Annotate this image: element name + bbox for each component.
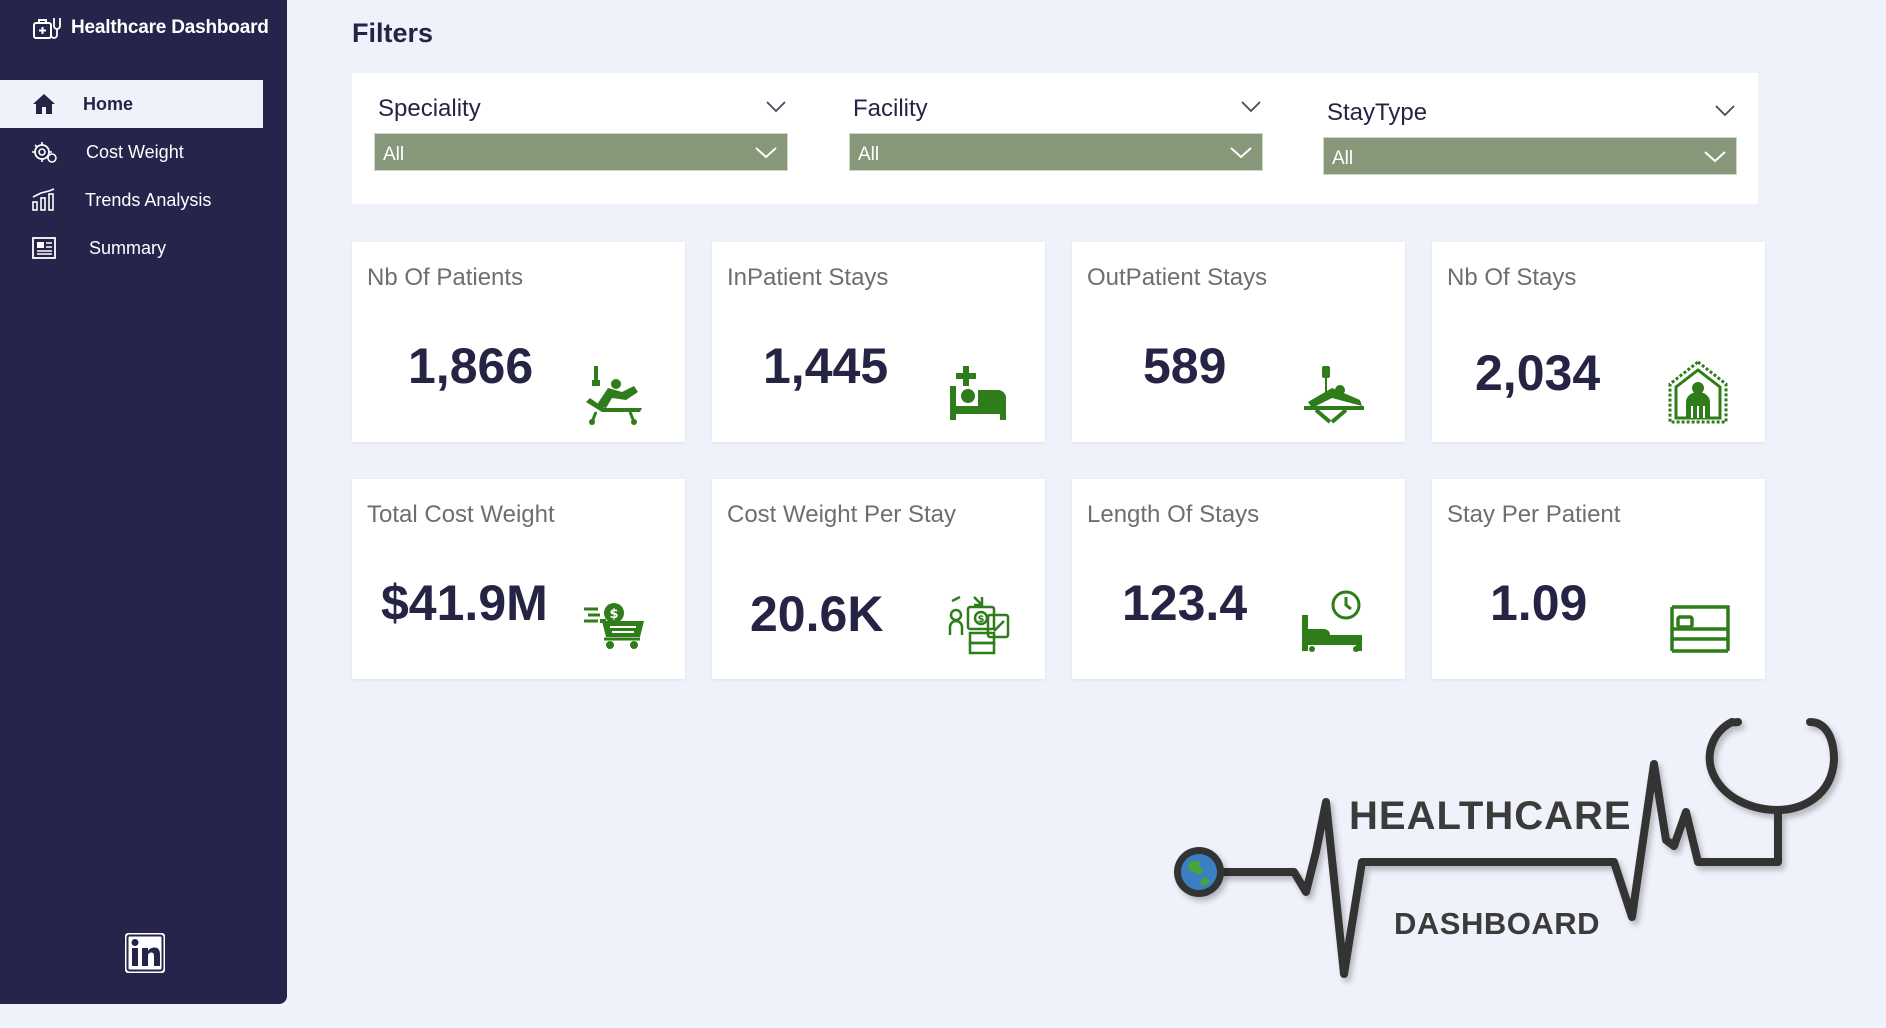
home-care-icon	[1668, 360, 1728, 424]
bed-outline-icon	[1670, 605, 1730, 653]
app-title: Healthcare Dashboard	[71, 17, 269, 38]
kpi-title: Cost Weight Per Stay	[727, 501, 956, 528]
kpi-value: 123.4	[1122, 575, 1248, 631]
kpi-title: Nb Of Stays	[1447, 264, 1577, 291]
kpi-value: 1.09	[1490, 575, 1588, 631]
filter-label: StayType	[1327, 99, 1428, 126]
kpi-value: 589	[1143, 338, 1227, 394]
kpi-card-cost-weight-per-stay: Cost Weight Per Stay 20.6K $	[712, 479, 1045, 679]
brand: Healthcare Dashboard	[32, 12, 269, 44]
filter-label: Facility	[853, 95, 928, 122]
sidebar-nav: Home Cost Weight Trends Analysis Summary	[0, 80, 287, 272]
patient-recliner-icon	[586, 366, 642, 425]
filters-title: Filters	[352, 18, 434, 48]
sidebar-item-home[interactable]: Home	[0, 80, 263, 128]
iv-drip-patient-icon	[1304, 366, 1364, 424]
hospital-bed-icon	[950, 366, 1006, 420]
sidebar-item-label: Home	[83, 93, 134, 114]
logo-line-1: HEALTHCARE	[1349, 794, 1632, 838]
chevron-down-icon	[755, 147, 777, 159]
sidebar: Healthcare Dashboard Home Cost Weight Tr…	[0, 0, 287, 1004]
kpi-title: Total Cost Weight	[367, 501, 555, 528]
filters-panel: Speciality All Facility All StayType All	[352, 73, 1758, 204]
chevron-down-icon[interactable]	[1241, 101, 1261, 113]
chevron-down-icon	[1704, 151, 1726, 163]
home-icon	[31, 92, 57, 116]
sidebar-item-label: Summary	[89, 237, 167, 258]
kpi-value: 1,866	[408, 338, 534, 394]
sidebar-item-cost-weight[interactable]: Cost Weight	[0, 128, 287, 176]
kpi-value: 2,034	[1475, 345, 1601, 401]
svg-text:$: $	[978, 614, 985, 625]
kpi-card-nb-of-patients: Nb Of Patients 1,866	[352, 242, 685, 442]
kpi-title: InPatient Stays	[727, 264, 889, 291]
staytype-dropdown[interactable]: All	[1323, 137, 1737, 175]
money-documents-icon: $	[948, 595, 1010, 655]
kpi-title: Length Of Stays	[1087, 501, 1260, 528]
kpi-value: 20.6K	[750, 586, 884, 642]
cost-cart-icon: $	[584, 603, 644, 649]
kpi-value: $41.9M	[381, 575, 548, 631]
healthcare-dashboard-logo: HEALTHCARE DASHBOARD	[1166, 712, 1846, 998]
kpi-card-inpatient-stays: InPatient Stays 1,445	[712, 242, 1045, 442]
dropdown-value: All	[383, 144, 405, 165]
trends-chart-icon	[31, 188, 57, 212]
logo-line-2: DASHBOARD	[1394, 906, 1600, 941]
chevron-down-icon[interactable]	[766, 101, 786, 113]
kpi-card-total-cost-weight: Total Cost Weight $41.9M $	[352, 479, 685, 679]
sidebar-item-label: Trends Analysis	[85, 189, 212, 210]
svg-text:$: $	[609, 607, 618, 622]
speciality-dropdown[interactable]: All	[374, 133, 788, 171]
cost-weight-icon	[31, 140, 57, 164]
kpi-card-nb-of-stays: Nb Of Stays 2,034	[1432, 242, 1765, 442]
kpi-title: OutPatient Stays	[1087, 264, 1268, 291]
chevron-down-icon	[1230, 147, 1252, 159]
kpi-value: 1,445	[763, 338, 889, 394]
dropdown-value: All	[858, 144, 880, 165]
kpi-card-length-of-stays: Length Of Stays 123.4	[1072, 479, 1405, 679]
medical-bag-stethoscope-icon	[32, 14, 62, 42]
summary-report-icon	[31, 236, 57, 260]
kpi-card-outpatient-stays: OutPatient Stays 589	[1072, 242, 1405, 442]
sidebar-item-trends-analysis[interactable]: Trends Analysis	[0, 176, 287, 224]
kpi-card-stay-per-patient: Stay Per Patient 1.09	[1432, 479, 1765, 679]
dropdown-value: All	[1332, 148, 1354, 169]
linkedin-icon[interactable]	[124, 932, 166, 974]
heartbeat-stethoscope-icon	[1174, 718, 1838, 978]
kpi-title: Stay Per Patient	[1447, 501, 1621, 528]
bed-clock-icon	[1302, 590, 1362, 652]
chevron-down-icon[interactable]	[1715, 105, 1735, 117]
sidebar-item-summary[interactable]: Summary	[0, 224, 287, 272]
filter-label: Speciality	[378, 95, 481, 122]
sidebar-item-label: Cost Weight	[86, 141, 184, 162]
facility-dropdown[interactable]: All	[849, 133, 1263, 171]
kpi-title: Nb Of Patients	[367, 264, 524, 291]
